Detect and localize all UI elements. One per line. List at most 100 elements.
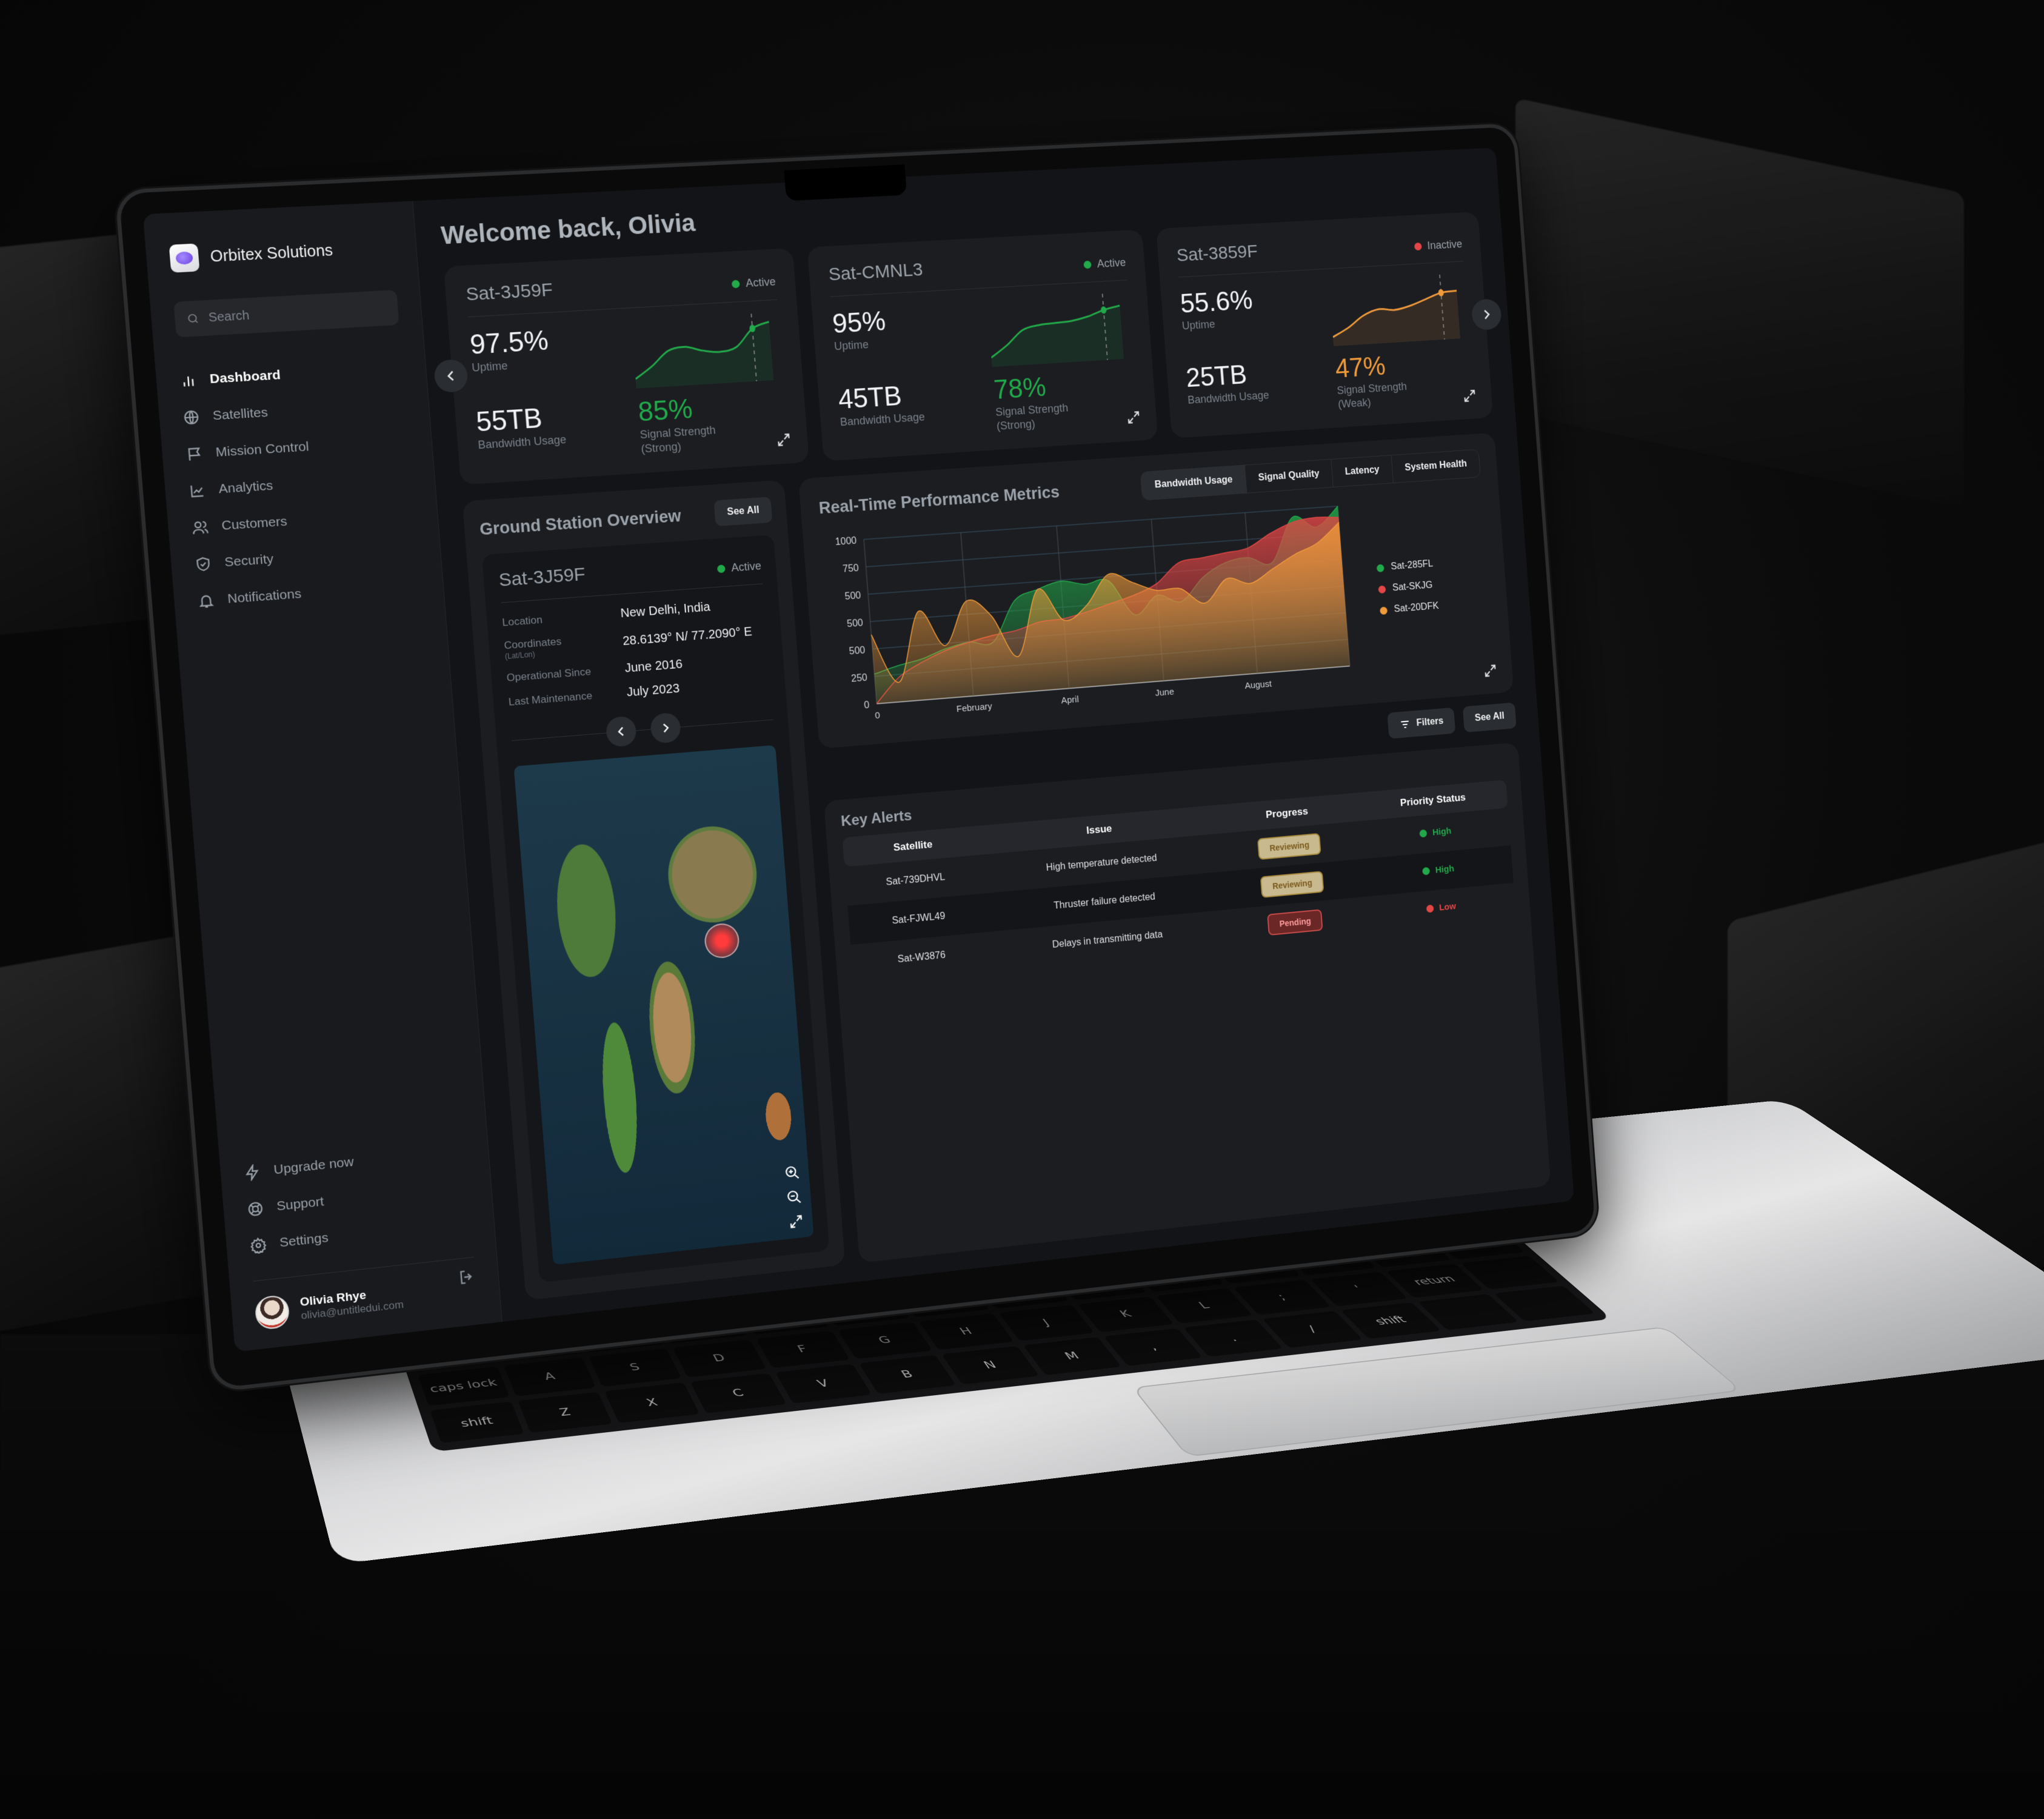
status-badge: Inactive [1414, 238, 1463, 253]
gear-icon [249, 1236, 267, 1255]
status-text: Active [745, 275, 777, 290]
keyboard-key: S [589, 1348, 682, 1387]
user-profile[interactable]: Olivia Rhye olivia@untitledui.com [254, 1273, 478, 1331]
chevron-left-icon [443, 368, 459, 384]
right-column: Real-Time Performance Metrics Bandwidth … [798, 432, 1551, 1264]
expand-icon[interactable] [787, 1213, 804, 1230]
satellite-card[interactable]: Sat-3J59F Active 97.5% Uptime 55TB Bandwid… [443, 248, 810, 485]
keyboard-key: F [755, 1330, 850, 1368]
sidebar-item-label: Upgrade now [273, 1154, 355, 1177]
flag-icon [185, 445, 204, 463]
tab-system-health[interactable]: System Health [1391, 450, 1480, 483]
see-all-button[interactable]: See All [713, 497, 773, 527]
chevron-left-icon [614, 724, 629, 739]
see-all-alerts-button[interactable]: See All [1463, 702, 1517, 733]
satellite-name: Sat-3J59F [465, 280, 554, 305]
signal-quality: (Weak) [1337, 396, 1372, 410]
x-tick-label: February [956, 702, 992, 714]
expand-icon[interactable] [775, 431, 792, 448]
brand[interactable]: Orbitex Solutions [169, 233, 395, 273]
signal-quality: (Strong) [996, 417, 1036, 432]
world-map[interactable] [513, 745, 814, 1265]
keyboard-key: Z [518, 1392, 613, 1433]
priority-status: Low [1426, 901, 1457, 914]
y-tick-label: 500 [844, 590, 861, 602]
station-next-button[interactable] [649, 712, 682, 744]
satellite-card[interactable]: Sat-3859F Inactive 55.6% Uptime 25TB Bandw… [1156, 212, 1494, 439]
sidebar-item-label: Security [224, 551, 275, 570]
legend-label: Sat-285FL [1390, 558, 1434, 572]
logout-icon[interactable] [457, 1267, 476, 1287]
sparkline-area [1330, 290, 1460, 346]
key-alerts-panel: Key Alerts Satellite Issue Progress Prio… [823, 742, 1551, 1264]
station-pager [510, 705, 774, 755]
sidebar-item-label: Analytics [218, 478, 274, 497]
dashboard-screen: Orbitex Solutions Dashboard Satellites [142, 147, 1575, 1352]
station-prev-button[interactable] [605, 715, 638, 748]
tab-latency[interactable]: Latency [1331, 455, 1394, 487]
filters-label: Filters [1416, 715, 1444, 729]
sidebar-item-label: Settings [279, 1230, 329, 1250]
avatar [254, 1294, 290, 1331]
status-badge: Active [1083, 256, 1126, 272]
expand-icon[interactable] [1461, 387, 1477, 404]
sparkline-chart [1329, 273, 1469, 346]
legend-item: Sat-285FL [1376, 558, 1436, 574]
info-value: New Delhi, India [620, 600, 711, 621]
lower-section: Ground Station Overview See All Sat-3J59… [462, 432, 1551, 1301]
keyboard-key: X [604, 1382, 700, 1423]
status-text: Active [1097, 256, 1126, 270]
progress-badge: Reviewing [1257, 832, 1322, 860]
priority-status: High [1419, 826, 1452, 839]
bell-icon [197, 592, 215, 609]
keyboard-key: K [1078, 1296, 1175, 1333]
keyboard-key: J [998, 1304, 1095, 1341]
priority-label: High [1435, 863, 1455, 876]
x-tick-label: April [1061, 694, 1079, 706]
keyboard-key: A [504, 1357, 596, 1397]
y-tick-label: 500 [847, 617, 864, 629]
status-dot [731, 280, 740, 289]
camera-notch [784, 164, 907, 201]
laptop-mockup: escF1F2F3F4F5F6F7F8F9F10F11F12⏻~12345678… [115, 122, 2044, 1673]
location-marker[interactable] [703, 922, 741, 960]
legend-label: Sat-SKJG [1392, 580, 1433, 594]
sidebar-item-label: Mission Control [215, 439, 310, 460]
performance-panel: Real-Time Performance Metrics Bandwidth … [798, 432, 1514, 749]
search-icon [186, 312, 200, 326]
search-box[interactable] [173, 290, 399, 338]
tab-signal-quality[interactable]: Signal Quality [1244, 459, 1334, 493]
satellite-card[interactable]: Sat-CMNL3 Active 95% Uptime 45TB Bandwidth… [807, 229, 1158, 461]
expand-icon[interactable] [1483, 663, 1498, 679]
priority-dot [1426, 904, 1434, 913]
keyboard-key: N [941, 1345, 1040, 1385]
info-label: Last Maintenance [508, 689, 593, 708]
y-tick-label: 500 [849, 645, 866, 657]
keyboard-key: G [837, 1322, 933, 1359]
legend-dot [1376, 563, 1384, 572]
expand-icon[interactable] [1126, 409, 1142, 426]
station-card: Sat-3J59F Active Location New Delhi, Ind… [481, 534, 830, 1283]
zoom-out-icon[interactable] [786, 1188, 803, 1206]
legend-label: Sat-20DFK [1394, 601, 1440, 615]
main-content: Welcome back, Olivia Sat-3J59F Active 97… [413, 147, 1574, 1322]
legend-item: Sat-20DFK [1380, 601, 1439, 616]
zoom-in-icon[interactable] [784, 1164, 801, 1182]
search-input[interactable] [207, 301, 387, 326]
chevron-right-icon [658, 721, 673, 735]
filters-button[interactable]: Filters [1387, 707, 1456, 739]
laptop-lid: Orbitex Solutions Dashboard Satellites [115, 122, 1599, 1393]
lightning-icon [244, 1164, 262, 1182]
status-dot [1414, 242, 1422, 251]
filter-icon [1399, 718, 1411, 731]
sidebar-item-label: Customers [221, 514, 288, 534]
tab-bandwidth-usage[interactable]: Bandwidth Usage [1141, 465, 1247, 500]
keyboard-key: D [672, 1339, 767, 1378]
chevron-right-icon [1479, 307, 1494, 322]
keyboard-key: B [858, 1355, 957, 1395]
ground-station-title: Ground Station Overview [479, 506, 682, 539]
satellite-name: Sat-3859F [1175, 241, 1258, 266]
legend-item: Sat-SKJG [1378, 580, 1437, 595]
status-dot [1083, 260, 1092, 269]
progress-badge: Pending [1267, 909, 1323, 936]
